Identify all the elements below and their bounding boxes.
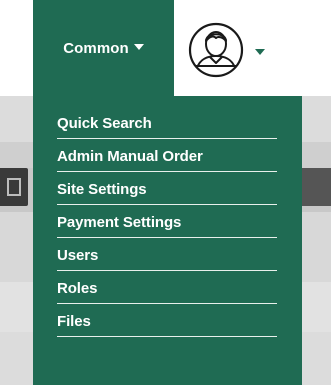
menu-item-label: Roles <box>57 279 98 297</box>
common-menu-button[interactable]: Common <box>33 0 174 96</box>
menu-item-label: Files <box>57 312 91 330</box>
menu-item-label: Quick Search <box>57 114 152 132</box>
partial-toolbar-button[interactable] <box>300 168 331 206</box>
menu-item-site-settings[interactable]: Site Settings <box>57 172 277 205</box>
common-dropdown-menu: Quick Search Admin Manual Order Site Set… <box>33 96 302 385</box>
user-menu-area <box>174 0 331 96</box>
chevron-down-icon <box>133 44 144 50</box>
menu-item-files[interactable]: Files <box>57 304 277 337</box>
menu-item-label: Users <box>57 246 99 264</box>
menu-item-quick-search[interactable]: Quick Search <box>57 106 277 139</box>
common-menu-label: Common <box>63 39 129 57</box>
menu-item-payment-settings[interactable]: Payment Settings <box>57 205 277 238</box>
partial-toolbar-icon[interactable] <box>0 168 28 206</box>
user-menu-caret <box>250 44 265 62</box>
menu-item-label: Payment Settings <box>57 213 182 231</box>
user-avatar-icon <box>188 22 244 78</box>
partial-document-icon <box>7 178 21 196</box>
user-menu-button[interactable] <box>188 22 265 78</box>
menu-item-label: Admin Manual Order <box>57 147 203 165</box>
menu-item-label: Site Settings <box>57 180 147 198</box>
menu-item-roles[interactable]: Roles <box>57 271 277 304</box>
dropdown-menu-list: Quick Search Admin Manual Order Site Set… <box>33 96 302 337</box>
menu-item-users[interactable]: Users <box>57 238 277 271</box>
chevron-down-icon <box>255 48 265 55</box>
menu-item-admin-manual-order[interactable]: Admin Manual Order <box>57 139 277 172</box>
